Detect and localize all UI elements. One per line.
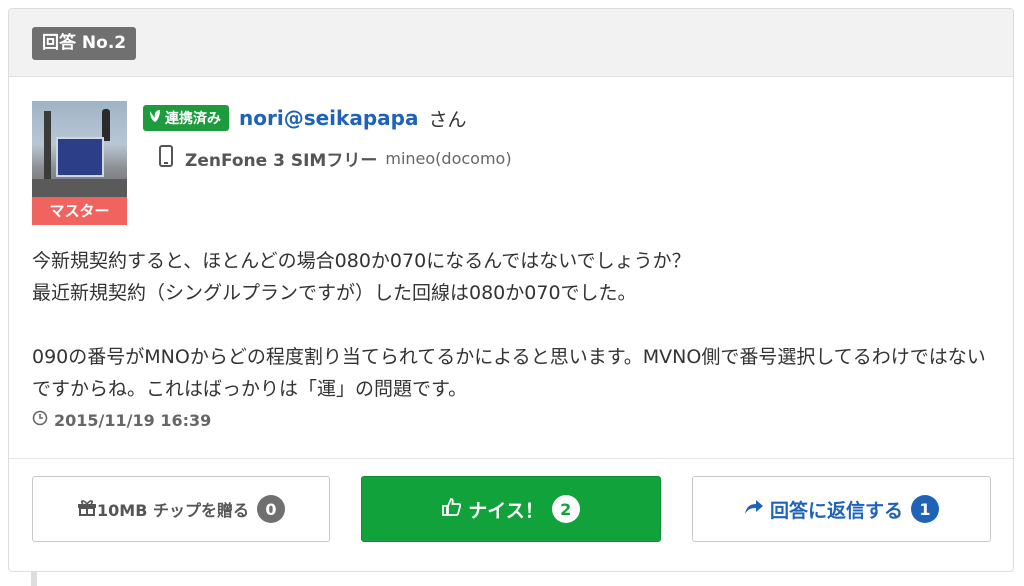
linked-badge: 連携済み [143, 105, 229, 131]
share-arrow-icon [744, 498, 764, 520]
honorific: さん [428, 108, 467, 131]
answer-card: 回答 No.2 マスター 連携済み nori@seikapapa さん ZenF… [8, 8, 1014, 572]
answer-paragraph: 今新規契約すると、ほとんどの場合080か070になるんではないでしょうか？ 最近… [32, 250, 691, 304]
timestamp-text: 2015/11/19 16:39 [54, 410, 212, 430]
answer-number-badge: 回答 No.2 [32, 27, 137, 60]
gift-icon [77, 498, 97, 520]
clock-icon [32, 410, 48, 430]
answer-body: 今新規契約すると、ほとんどの場合080か070になるんではないでしょうか？ 最近… [32, 245, 992, 405]
thread-line [31, 572, 37, 586]
divider [9, 458, 1013, 459]
thumbs-up-icon [442, 497, 462, 522]
username-link[interactable]: nori@seikapapa [239, 106, 418, 130]
device-info: ZenFone 3 SIMフリー mineo(docomo) [159, 145, 512, 172]
timestamp: 2015/11/19 16:39 [32, 410, 211, 430]
reply-count: 1 [911, 495, 939, 523]
tip-count: 0 [256, 495, 285, 523]
nice-button[interactable]: ナイス！ 2 [361, 476, 661, 542]
carrier-name: mineo(docomo) [385, 149, 512, 168]
avatar[interactable]: マスター [32, 101, 127, 225]
reply-label: 回答に返信する [769, 499, 903, 522]
rank-badge: マスター [32, 197, 127, 225]
linked-badge-label: 連携済み [165, 111, 221, 127]
send-tip-label: 10MB チップを贈る [97, 501, 249, 520]
nice-count: 2 [551, 495, 580, 523]
phone-icon [159, 145, 173, 172]
answer-paragraph: 090の番号がMNOからどの程度割り当てられてるかによると思います。MVNO側で… [32, 346, 986, 400]
device-name: ZenFone 3 SIMフリー [185, 151, 378, 171]
send-tip-button[interactable]: 10MB チップを贈る 0 [32, 476, 330, 542]
user-line: 連携済み nori@seikapapa さん [143, 103, 466, 133]
answer-header: 回答 No.2 [9, 9, 1013, 77]
nice-label: ナイス！ [468, 499, 544, 522]
leaf-icon [149, 109, 161, 127]
reply-button[interactable]: 回答に返信する 1 [692, 476, 991, 542]
avatar-image[interactable] [32, 101, 127, 197]
